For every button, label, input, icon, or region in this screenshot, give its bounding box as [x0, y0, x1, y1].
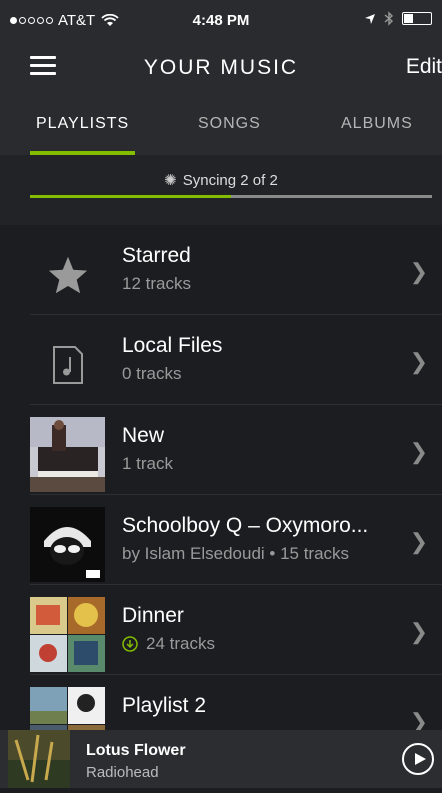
playlist-list: Starred 12 tracks ❯ Local Files 0 tracks…: [0, 225, 442, 765]
now-playing-album-art: [8, 730, 70, 788]
playlist-row-schoolboy-q[interactable]: Schoolboy Q – Oxymoro... by Islam Elsedo…: [0, 495, 442, 585]
location-icon: [365, 13, 375, 24]
music-file-icon: [30, 327, 105, 402]
chevron-right-icon: ❯: [409, 619, 428, 644]
tab-playlists[interactable]: PLAYLISTS: [36, 115, 129, 133]
star-icon: [30, 237, 105, 312]
page-title: YOUR MUSIC: [143, 56, 299, 79]
downloaded-icon: [122, 636, 138, 652]
sync-progress-fill: [30, 195, 231, 198]
chevron-right-icon: ❯: [409, 349, 428, 374]
playlist-row-local-files[interactable]: Local Files 0 tracks ❯: [0, 315, 442, 405]
nav-bar: YOUR MUSIC Edit: [0, 40, 442, 95]
now-playing-bar[interactable]: Lotus Flower Radiohead: [0, 730, 442, 788]
chevron-right-icon: ❯: [409, 529, 428, 554]
playlist-title: Playlist 2: [122, 694, 207, 717]
playlist-title: Schoolboy Q – Oxymoro...: [122, 514, 369, 537]
tab-songs[interactable]: SONGS: [198, 115, 261, 133]
playlist-subtitle: by Islam Elsedoudi • 15 tracks: [122, 544, 350, 563]
status-bar: AT&T 4:48 PM: [0, 0, 442, 40]
chevron-right-icon: ❯: [409, 259, 428, 284]
playlist-subtitle: 0 tracks: [122, 364, 182, 383]
bluetooth-icon: [384, 11, 394, 26]
playlist-row-dinner[interactable]: Dinner 24 tracks ❯: [0, 585, 442, 675]
album-art: [30, 597, 105, 672]
playlist-row-new[interactable]: New 1 track ❯: [0, 405, 442, 495]
sync-status: ✺ Syncing 2 of 2: [0, 155, 442, 225]
battery-icon: [402, 12, 432, 25]
chevron-right-icon: ❯: [409, 439, 428, 464]
playlist-subtitle: 24 tracks: [122, 634, 215, 654]
playlist-title: Starred: [122, 244, 191, 267]
play-button[interactable]: [402, 743, 434, 775]
album-art: [30, 417, 105, 492]
now-playing-track: Lotus Flower: [86, 742, 186, 759]
playlist-row-starred[interactable]: Starred 12 tracks ❯: [0, 225, 442, 315]
tab-albums[interactable]: ALBUMS: [341, 115, 413, 133]
sync-label: ✺ Syncing 2 of 2: [0, 171, 442, 189]
playlist-subtitle: 1 track: [122, 454, 174, 473]
edit-button[interactable]: Edit: [406, 55, 442, 79]
playlist-title: Dinner: [122, 604, 184, 627]
now-playing-artist: Radiohead: [86, 764, 159, 781]
tab-bar: PLAYLISTS SONGS ALBUMS: [0, 95, 442, 155]
sync-progress-bar: [30, 195, 432, 198]
sync-text: Syncing 2 of 2: [182, 172, 278, 189]
spinner-icon: ✺: [164, 172, 177, 189]
playlist-subtitle: 12 tracks: [122, 274, 191, 293]
playlist-title: New: [122, 424, 165, 447]
playlist-title: Local Files: [122, 334, 223, 357]
album-art: [30, 507, 105, 582]
